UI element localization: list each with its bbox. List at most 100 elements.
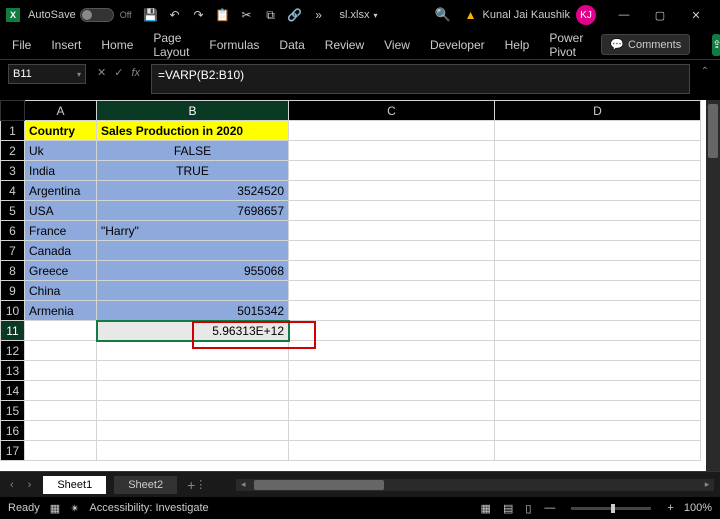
cell[interactable]: [97, 361, 289, 381]
cell[interactable]: [495, 321, 701, 341]
tab-menu-icon[interactable]: ⋮: [195, 478, 206, 491]
sheet-prev-icon[interactable]: ‹: [6, 477, 18, 493]
warning-icon[interactable]: ▲: [465, 8, 477, 22]
cell[interactable]: Uk: [25, 141, 97, 161]
tab-power-pivot[interactable]: Power Pivot: [547, 27, 585, 63]
macro-icon[interactable]: ▦: [50, 502, 60, 515]
cell[interactable]: 955068: [97, 261, 289, 281]
cell[interactable]: [495, 381, 701, 401]
cell[interactable]: [25, 401, 97, 421]
cell[interactable]: [289, 441, 495, 461]
cell[interactable]: [97, 441, 289, 461]
accessibility-status[interactable]: Accessibility: Investigate: [89, 502, 208, 514]
cell[interactable]: [495, 401, 701, 421]
cell[interactable]: Sales Production in 2020: [97, 121, 289, 141]
cell[interactable]: 5015342: [97, 301, 289, 321]
tab-formulas[interactable]: Formulas: [207, 34, 261, 56]
cell[interactable]: [495, 121, 701, 141]
fx-icon[interactable]: fx: [128, 67, 143, 79]
add-sheet-button[interactable]: +: [187, 477, 195, 493]
row-header[interactable]: 3: [1, 161, 25, 181]
horizontal-scrollbar[interactable]: ◂ ▸: [236, 479, 714, 491]
row-header[interactable]: 11: [1, 321, 25, 341]
cell[interactable]: [97, 341, 289, 361]
row-header[interactable]: 15: [1, 401, 25, 421]
spreadsheet-grid[interactable]: A B C D 1 Country Sales Production in 20…: [0, 100, 701, 461]
cell[interactable]: [289, 361, 495, 381]
user-name[interactable]: Kunal Jai Kaushik: [483, 9, 570, 21]
cell[interactable]: [289, 321, 495, 341]
cell[interactable]: 3524520: [97, 181, 289, 201]
cell[interactable]: [289, 141, 495, 161]
tab-view[interactable]: View: [382, 34, 412, 56]
cell[interactable]: France: [25, 221, 97, 241]
cell[interactable]: [495, 241, 701, 261]
cell[interactable]: [495, 301, 701, 321]
cut-icon[interactable]: ✂: [240, 8, 254, 22]
vertical-scrollbar[interactable]: [706, 100, 720, 471]
name-box[interactable]: B11 ▾: [8, 64, 86, 84]
cell[interactable]: USA: [25, 201, 97, 221]
active-cell[interactable]: 5.96313E+12: [97, 321, 289, 341]
cell[interactable]: India: [25, 161, 97, 181]
cell[interactable]: [289, 341, 495, 361]
paste-icon[interactable]: 📋: [216, 8, 230, 22]
tab-developer[interactable]: Developer: [428, 34, 487, 56]
cell[interactable]: [289, 301, 495, 321]
accessibility-icon[interactable]: ✴: [70, 502, 79, 515]
save-icon[interactable]: 💾: [144, 8, 158, 22]
avatar[interactable]: KJ: [576, 5, 596, 25]
document-title[interactable]: sl.xlsx ▾: [340, 9, 378, 21]
row-header[interactable]: 9: [1, 281, 25, 301]
col-header-D[interactable]: D: [495, 101, 701, 121]
row-header[interactable]: 6: [1, 221, 25, 241]
row-header[interactable]: 2: [1, 141, 25, 161]
cell[interactable]: [289, 181, 495, 201]
cell[interactable]: Canada: [25, 241, 97, 261]
cell[interactable]: [97, 401, 289, 421]
tab-help[interactable]: Help: [503, 34, 532, 56]
cell[interactable]: [495, 441, 701, 461]
cell[interactable]: [289, 201, 495, 221]
cell[interactable]: [25, 361, 97, 381]
row-header[interactable]: 17: [1, 441, 25, 461]
row-header[interactable]: 1: [1, 121, 25, 141]
cell[interactable]: 7698657: [97, 201, 289, 221]
cell[interactable]: [289, 241, 495, 261]
zoom-out-button[interactable]: —: [544, 502, 555, 514]
cell[interactable]: [25, 441, 97, 461]
cell[interactable]: [25, 381, 97, 401]
cell[interactable]: [25, 341, 97, 361]
row-header[interactable]: 16: [1, 421, 25, 441]
cell[interactable]: [495, 181, 701, 201]
cell[interactable]: [289, 221, 495, 241]
enter-icon[interactable]: ✓: [111, 66, 126, 79]
cell[interactable]: Country: [25, 121, 97, 141]
zoom-slider[interactable]: [571, 507, 651, 510]
tab-home[interactable]: Home: [99, 34, 135, 56]
cell[interactable]: Greece: [25, 261, 97, 281]
redo-icon[interactable]: ↷: [192, 8, 206, 22]
cancel-icon[interactable]: ✕: [94, 66, 109, 79]
comments-button[interactable]: 💬 Comments: [601, 34, 690, 55]
cell[interactable]: [495, 201, 701, 221]
row-header[interactable]: 10: [1, 301, 25, 321]
cell[interactable]: [289, 281, 495, 301]
cell[interactable]: China: [25, 281, 97, 301]
cell[interactable]: "Harry": [97, 221, 289, 241]
tab-review[interactable]: Review: [323, 34, 366, 56]
cell[interactable]: [289, 421, 495, 441]
cell[interactable]: [289, 121, 495, 141]
row-header[interactable]: 8: [1, 261, 25, 281]
cell[interactable]: [25, 321, 97, 341]
cell[interactable]: [289, 401, 495, 421]
more-icon[interactable]: »: [312, 8, 326, 22]
cell[interactable]: [97, 241, 289, 261]
cell[interactable]: [495, 341, 701, 361]
cell[interactable]: [289, 161, 495, 181]
maximize-button[interactable]: ▢: [642, 3, 678, 27]
view-normal-icon[interactable]: ▦: [478, 502, 494, 515]
zoom-in-button[interactable]: +: [667, 502, 673, 514]
autosave-toggle[interactable]: AutoSave Off: [28, 8, 132, 22]
minimize-button[interactable]: —: [606, 3, 642, 27]
